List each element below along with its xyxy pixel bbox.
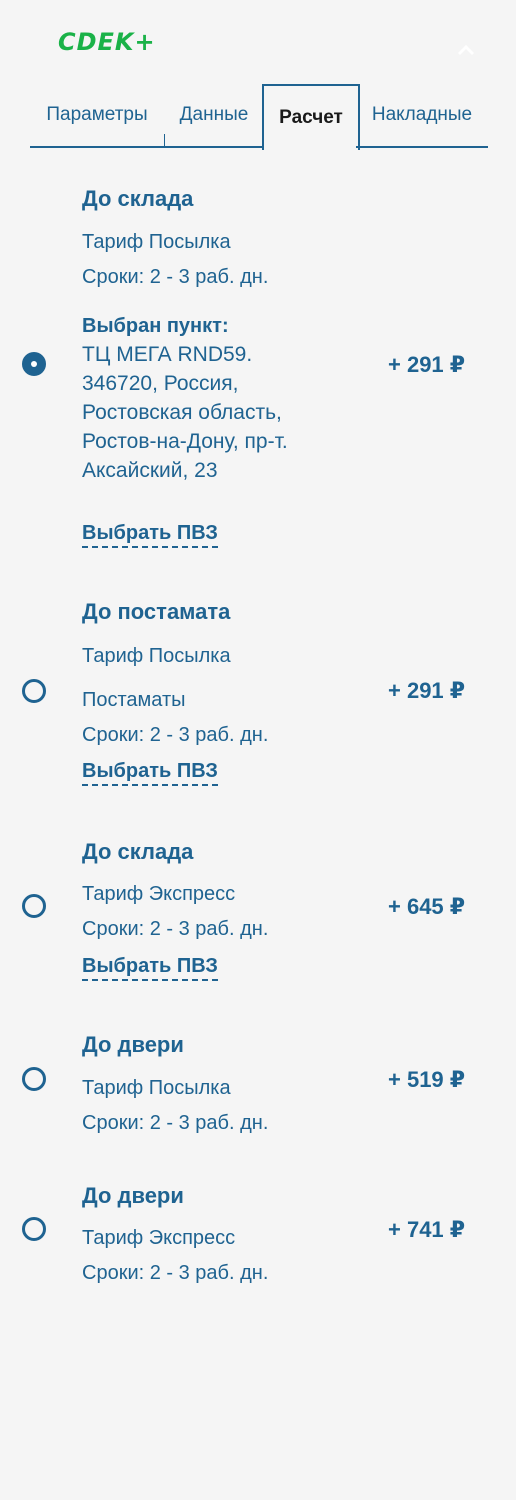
cdek-logo: CDEK+: [58, 28, 156, 56]
option-tariff: Тариф Экспресс: [82, 1227, 236, 1249]
option-radio[interactable]: [22, 894, 46, 918]
option-terms: Сроки: 2 - 3 раб. дн.: [82, 1262, 269, 1284]
choose-pickup-point-link[interactable]: Выбрать ПВЗ: [82, 520, 218, 548]
option-terms: Сроки: 2 - 3 раб. дн.: [82, 1112, 269, 1134]
choose-pickup-point-link[interactable]: Выбрать ПВЗ: [82, 953, 218, 981]
option-radio[interactable]: [22, 1217, 46, 1241]
tab-waybills[interactable]: Накладные: [356, 84, 488, 148]
selected-point-label: Выбран пункт:: [82, 315, 229, 337]
tab-bar: Параметры Данные Расчет Накладные: [30, 84, 488, 150]
option-title: До склада: [82, 186, 194, 211]
option-radio[interactable]: [22, 679, 46, 703]
option-price: + 645 ₽: [388, 894, 466, 919]
option-terms: Сроки: 2 - 3 раб. дн.: [82, 724, 269, 746]
option-price: + 291 ₽: [388, 678, 466, 703]
option-tariff: Тариф Экспресс: [82, 883, 236, 905]
option-title: До двери: [82, 1183, 184, 1208]
header: CDEK+: [0, 0, 516, 84]
tab-data[interactable]: Данные: [165, 84, 263, 148]
option-terms: Сроки: 2 - 3 раб. дн.: [82, 266, 269, 288]
option-price: + 291 ₽: [388, 352, 466, 377]
option-price: + 741 ₽: [388, 1217, 466, 1242]
chevron-up-icon[interactable]: [454, 38, 478, 62]
option-tariff: Тариф Посылка: [82, 645, 231, 667]
option-title: До двери: [82, 1032, 184, 1057]
selected-point-address: ТЦ МЕГА RND59. 346720, Россия, Ростовска…: [82, 343, 288, 482]
option-extra: Постаматы: [82, 689, 186, 711]
choose-pickup-point-link[interactable]: Выбрать ПВЗ: [82, 758, 218, 786]
option-price: + 519 ₽: [388, 1067, 466, 1092]
option-radio[interactable]: [22, 1067, 46, 1091]
option-tariff: Тариф Посылка: [82, 231, 231, 253]
tab-parameters[interactable]: Параметры: [30, 84, 164, 148]
option-title: До постамата: [82, 599, 231, 624]
option-radio[interactable]: [22, 352, 46, 376]
option-tariff: Тариф Посылка: [82, 1077, 231, 1099]
option-terms: Сроки: 2 - 3 раб. дн.: [82, 918, 269, 940]
tab-calculation[interactable]: Расчет: [262, 84, 360, 150]
option-title: До склада: [82, 839, 194, 864]
